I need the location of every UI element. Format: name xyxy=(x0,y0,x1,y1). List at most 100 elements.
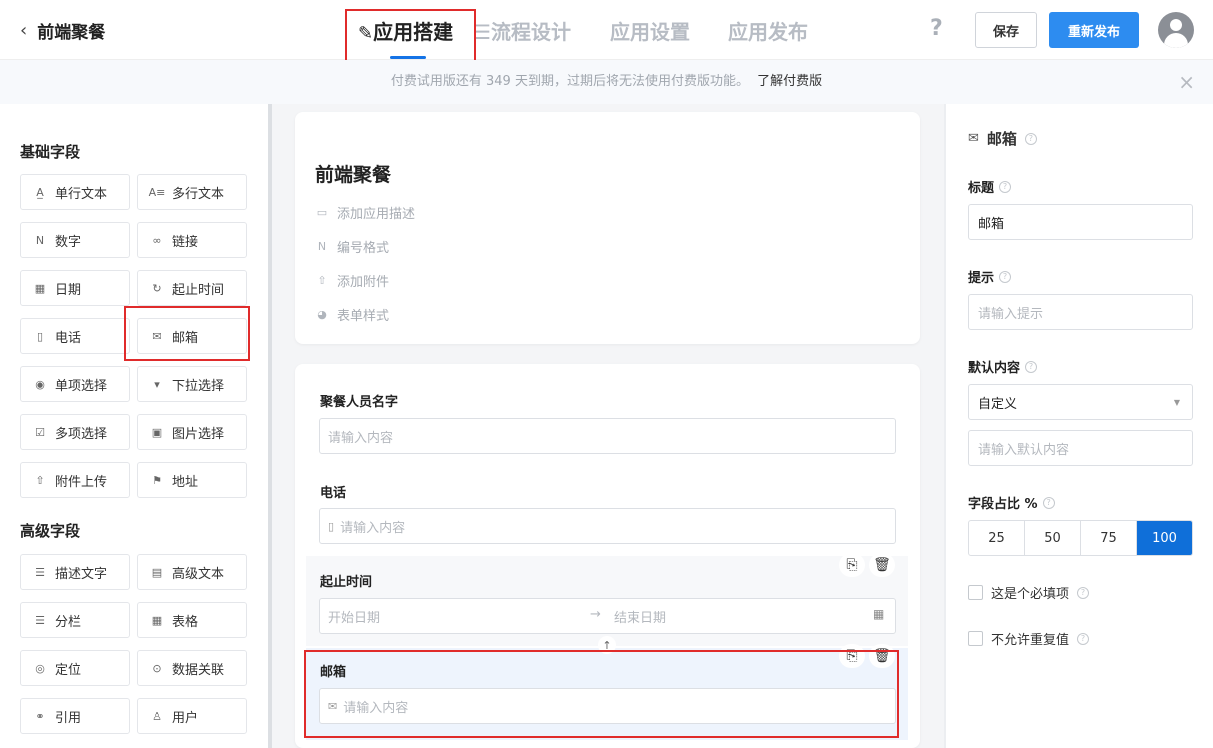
properties-divider xyxy=(944,104,946,748)
date-range-input[interactable]: 开始日期 xyxy=(319,598,896,634)
tab-app-settings[interactable]: 应用设置 xyxy=(610,8,690,53)
learn-paid-link[interactable]: 了解付费版 xyxy=(757,74,822,89)
help-icon[interactable]: ? xyxy=(1077,586,1090,599)
phone-input[interactable]: ▯ 请输入内容 xyxy=(319,508,896,544)
action-label: 添加附件 xyxy=(337,275,390,290)
field-columns[interactable]: ☰ 分栏 xyxy=(20,602,130,638)
field-dropdown[interactable]: ▾ 下拉选择 xyxy=(137,366,247,402)
avatar[interactable] xyxy=(1158,12,1194,48)
no-duplicate-checkbox[interactable] xyxy=(968,631,983,646)
default-type-select[interactable]: 自定义 ▼ xyxy=(968,384,1193,420)
field-label: 引用 xyxy=(55,710,82,726)
tab-flow-design[interactable]: ☰流程设计 xyxy=(473,8,571,53)
field-label: 地址 xyxy=(172,474,199,490)
back-button[interactable]: ‹ 前端聚餐 xyxy=(20,18,105,43)
field-geolocation[interactable]: ◎ 定位 xyxy=(20,650,130,686)
field-description[interactable]: ☰ 描述文字 xyxy=(20,554,130,590)
action-label: 表单样式 xyxy=(337,309,390,324)
help-icon[interactable]: ? xyxy=(930,16,943,41)
save-button[interactable]: 保存 xyxy=(975,12,1037,48)
ratio-setting-label: 字段占比 %? xyxy=(968,493,1055,512)
hint-setting-label: 提示? xyxy=(968,267,1012,286)
hint-setting-input[interactable]: 请输入提示 xyxy=(968,294,1193,330)
field-label: 高级文本 xyxy=(172,566,225,582)
email-block-highlight-box xyxy=(304,650,899,738)
data-link-icon: ⊙ xyxy=(152,661,162,675)
field-multi-line[interactable]: A≡ 多行文本 xyxy=(137,174,247,210)
required-label: 这是个必填项 xyxy=(991,587,1070,602)
field-radio[interactable]: ◉ 单项选择 xyxy=(20,366,130,402)
app-name: 前端聚餐 xyxy=(37,23,106,43)
field-user[interactable]: ♙ 用户 xyxy=(137,698,247,734)
title-setting-value: 邮箱 xyxy=(978,216,1005,232)
name-field-label: 聚餐人员名字 xyxy=(320,395,399,410)
delete-icon[interactable]: 🗑 xyxy=(869,553,895,577)
help-icon[interactable]: ? xyxy=(1042,496,1055,509)
title-setting-input[interactable]: 邮箱 xyxy=(968,204,1193,240)
checkbox-icon: ☑ xyxy=(35,425,45,439)
ratio-option-50[interactable]: 50 xyxy=(1025,521,1081,555)
user-icon: ♙ xyxy=(152,709,162,723)
name-placeholder: 请输入内容 xyxy=(328,430,394,446)
clock-icon: ↻ xyxy=(152,281,162,295)
tab-app-publish[interactable]: 应用发布 xyxy=(728,8,808,53)
field-label: 附件上传 xyxy=(55,474,108,490)
rich-text-icon: ▤ xyxy=(151,565,163,579)
phone-field-label: 电话 xyxy=(320,486,347,501)
required-checkbox[interactable] xyxy=(968,585,983,600)
number-icon: N xyxy=(317,240,327,253)
palette-icon: ◕ xyxy=(317,308,327,321)
text-icon: A̲ xyxy=(36,185,44,199)
link-icon: ∞ xyxy=(152,233,162,247)
copy-icon[interactable]: ⎘ xyxy=(839,553,865,577)
required-option[interactable]: 这是个必填项? xyxy=(968,583,1090,602)
field-rich-text[interactable]: ▤ 高级文本 xyxy=(137,554,247,590)
field-phone[interactable]: ▯ 电话 xyxy=(20,318,130,354)
help-icon[interactable]: ? xyxy=(1024,132,1037,145)
help-icon[interactable]: ? xyxy=(999,180,1012,193)
field-single-line[interactable]: A̲ 单行文本 xyxy=(20,174,130,210)
field-date-range[interactable]: ↻ 起止时间 xyxy=(137,270,247,306)
field-image-select[interactable]: ▣ 图片选择 xyxy=(137,414,247,450)
avatar-head xyxy=(1170,19,1182,31)
help-icon[interactable]: ? xyxy=(999,270,1012,283)
location-icon: ⚑ xyxy=(152,473,162,487)
field-reference[interactable]: ⚭ 引用 xyxy=(20,698,130,734)
form-title[interactable]: 前端聚餐 xyxy=(315,160,391,187)
republish-button[interactable]: 重新发布 xyxy=(1049,12,1139,48)
field-label: 日期 xyxy=(55,282,82,298)
field-attachment[interactable]: ⇧ 附件上传 xyxy=(20,462,130,498)
field-number[interactable]: N 数字 xyxy=(20,222,130,258)
action-label: 添加应用描述 xyxy=(337,207,416,222)
ratio-option-25[interactable]: 25 xyxy=(969,521,1025,555)
ratio-setting-text: 字段占比 % xyxy=(968,497,1038,512)
email-field-highlight-box xyxy=(124,306,250,361)
add-attachment-action[interactable]: ⇧ 添加附件 xyxy=(315,271,389,290)
help-icon[interactable]: ? xyxy=(1025,360,1038,373)
help-icon[interactable]: ? xyxy=(1077,632,1090,645)
field-address[interactable]: ⚑ 地址 xyxy=(137,462,247,498)
avatar-body xyxy=(1164,33,1188,48)
field-label: 数字 xyxy=(55,234,82,250)
advanced-fields-title: 高级字段 xyxy=(20,522,81,540)
properties-panel xyxy=(944,104,1213,748)
reference-icon: ⚭ xyxy=(35,709,45,723)
ratio-option-75[interactable]: 75 xyxy=(1081,521,1137,555)
form-style-action[interactable]: ◕ 表单样式 xyxy=(315,305,389,324)
field-label: 电话 xyxy=(55,330,82,346)
close-icon[interactable]: × xyxy=(1178,60,1195,104)
field-checkbox[interactable]: ☑ 多项选择 xyxy=(20,414,130,450)
number-format-action[interactable]: N 编号格式 xyxy=(315,237,389,256)
field-table[interactable]: ▦ 表格 xyxy=(137,602,247,638)
field-data-link[interactable]: ⊙ 数据关联 xyxy=(137,650,247,686)
field-label: 多行文本 xyxy=(172,186,225,202)
field-date[interactable]: ▦ 日期 xyxy=(20,270,130,306)
field-link[interactable]: ∞ 链接 xyxy=(137,222,247,258)
add-description-action[interactable]: ▭ 添加应用描述 xyxy=(315,203,415,222)
end-date-placeholder: 结束日期 xyxy=(614,611,667,626)
no-duplicate-option[interactable]: 不允许重复值? xyxy=(968,629,1090,648)
ratio-option-100[interactable]: 100 xyxy=(1137,521,1192,555)
name-input[interactable]: 请输入内容 xyxy=(319,418,896,454)
hint-setting-text: 提示 xyxy=(968,271,995,286)
default-value-input[interactable]: 请输入默认内容 xyxy=(968,430,1193,466)
